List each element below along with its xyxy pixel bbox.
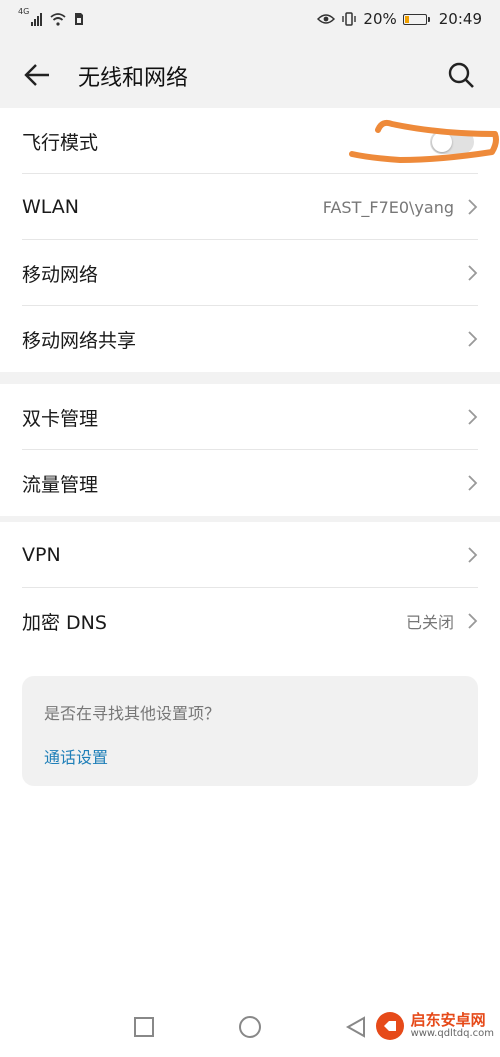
settings-group-sim: 双卡管理 流量管理 xyxy=(0,384,500,516)
battery-icon xyxy=(402,13,430,25)
watermark-brand: 启东安卓网 xyxy=(410,1011,486,1029)
chevron-right-icon xyxy=(468,331,478,347)
row-label: 移动网络共享 xyxy=(22,329,137,352)
page-title: 无线和网络 xyxy=(78,66,189,91)
sim-icon xyxy=(75,13,84,25)
status-bar: 4G 20% 20:49 xyxy=(0,0,500,40)
toggle-knob xyxy=(432,132,452,152)
call-settings-link[interactable]: 通话设置 xyxy=(44,744,108,768)
wifi-icon xyxy=(50,13,66,26)
row-tethering[interactable]: 移动网络共享 xyxy=(0,306,500,372)
row-label: VPN xyxy=(22,544,61,566)
navigation-bar: 启东安卓网 www.qdltdq.com xyxy=(0,997,500,1057)
recents-square-icon[interactable] xyxy=(132,1015,156,1039)
signal-icon xyxy=(31,13,43,26)
row-value: FAST_F7E0\yang xyxy=(322,197,454,217)
row-label: WLAN xyxy=(22,196,80,218)
row-label: 双卡管理 xyxy=(22,407,99,430)
row-label: 加密 DNS xyxy=(22,611,107,634)
eye-comfort-icon xyxy=(317,14,336,24)
suggestion-card: 是否在寻找其他设置项？ 通话设置 xyxy=(22,676,478,786)
row-value: 已关闭 xyxy=(405,613,454,632)
row-wlan[interactable]: WLAN FAST_F7E0\yang xyxy=(0,174,500,240)
row-airplane-mode[interactable]: 飞行模式 xyxy=(0,108,500,174)
network-type: 4G xyxy=(18,7,30,16)
row-label: 飞行模式 xyxy=(22,131,99,154)
group-separator xyxy=(0,372,500,384)
chevron-right-icon xyxy=(468,199,478,215)
row-label: 流量管理 xyxy=(22,473,99,496)
chevron-right-icon xyxy=(468,547,478,563)
row-data-usage[interactable]: 流量管理 xyxy=(0,450,500,516)
watermark-url: www.qdltdq.com xyxy=(410,1028,494,1039)
back-arrow-icon[interactable] xyxy=(22,60,52,90)
search-icon[interactable] xyxy=(446,60,476,90)
home-circle-icon[interactable] xyxy=(238,1015,262,1039)
settings-screen: 4G 20% 20:49 无线和网络 飞行模式 WLAN FAST_F7E0\y… xyxy=(0,0,500,1057)
battery-percent: 20% xyxy=(363,10,397,28)
vibrate-icon xyxy=(342,12,357,26)
suggestion-question: 是否在寻找其他设置项？ xyxy=(44,704,221,723)
row-mobile-network[interactable]: 移动网络 xyxy=(0,240,500,306)
row-vpn[interactable]: VPN xyxy=(0,522,500,588)
chevron-right-icon xyxy=(468,409,478,425)
chevron-right-icon xyxy=(468,265,478,281)
chevron-right-icon xyxy=(468,475,478,491)
watermark-logo-icon xyxy=(375,1012,404,1040)
chevron-right-icon xyxy=(468,613,478,629)
settings-group-network: 飞行模式 WLAN FAST_F7E0\yang 移动网络 移动网络共享 xyxy=(0,108,500,372)
row-private-dns[interactable]: 加密 DNS 已关闭 xyxy=(0,588,500,654)
airplane-mode-toggle[interactable] xyxy=(430,130,474,154)
watermark: 启东安卓网 www.qdltdq.com xyxy=(375,1011,494,1041)
clock: 20:49 xyxy=(438,10,482,28)
back-triangle-icon[interactable] xyxy=(344,1015,368,1039)
row-dual-sim[interactable]: 双卡管理 xyxy=(0,384,500,450)
app-bar: 无线和网络 xyxy=(0,40,500,108)
settings-group-privacy: VPN 加密 DNS 已关闭 xyxy=(0,522,500,654)
row-label: 移动网络 xyxy=(22,263,99,286)
